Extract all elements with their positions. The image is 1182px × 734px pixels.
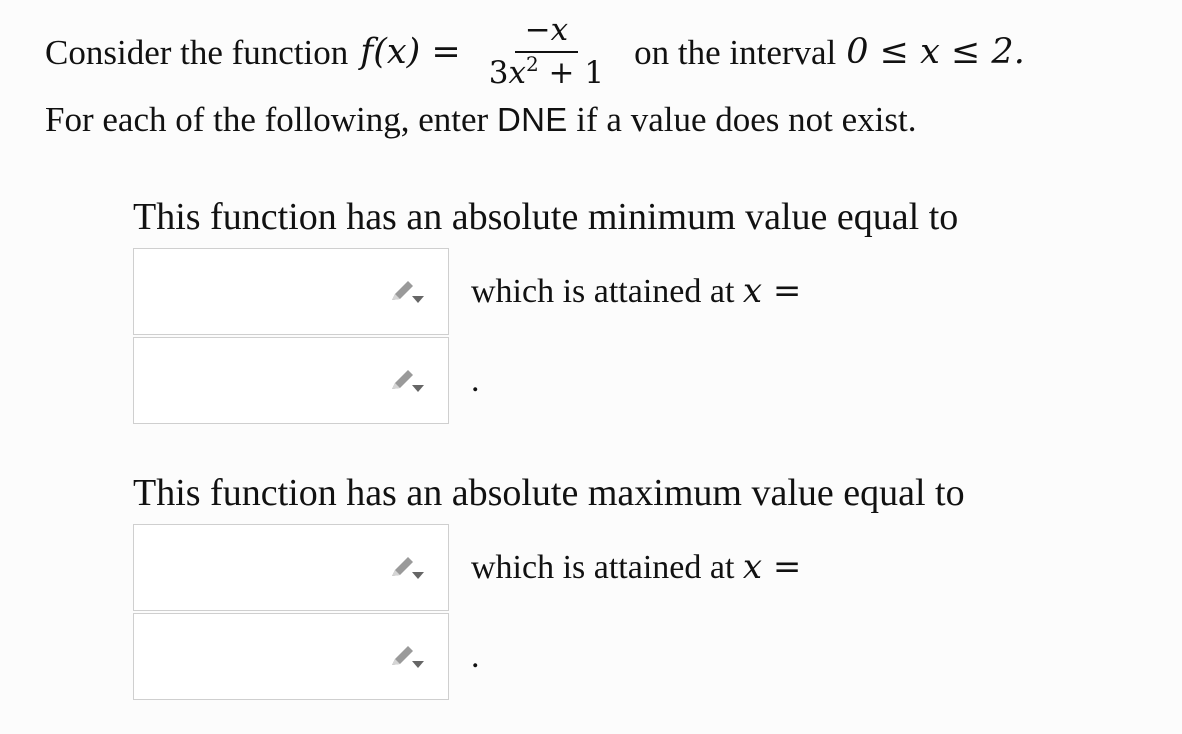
minimum-question-title: This function has an absolute minimum va… — [133, 196, 959, 238]
function-definition-line: Consider the function f(x) = −x 3x2 + 1 … — [45, 8, 1165, 96]
denominator-coefficient: 3 — [488, 55, 509, 91]
interval-label: on the interval — [634, 32, 837, 72]
maximum-value-row: which is attained at x = — [133, 524, 1093, 611]
minimum-x-equals: x = — [742, 271, 802, 311]
maximum-period: . — [471, 637, 480, 675]
minimum-location-prompt: which is attained at x = — [471, 274, 801, 309]
consider-label: Consider the function — [45, 32, 349, 72]
maximum-location-answer-box — [133, 613, 449, 700]
interval-expression: 0 ≤ x ≤ 2. — [846, 31, 1025, 72]
maximum-x-equals: x = — [742, 547, 802, 587]
maximum-value-answer-box — [133, 524, 449, 611]
fraction-denominator: 3x2 + 1 — [483, 53, 610, 89]
pencil-icon[interactable] — [388, 278, 426, 306]
minimum-question: This function has an absolute minimum va… — [133, 198, 1093, 424]
pencil-icon[interactable] — [388, 643, 426, 671]
denominator-constant: + 1 — [538, 55, 605, 91]
maximum-location-text: which is attained at — [471, 549, 735, 586]
problem-statement: Consider the function f(x) = −x 3x2 + 1 … — [45, 8, 1165, 148]
function-lhs: f(x) = — [360, 31, 461, 72]
minimum-location-text: which is attained at — [471, 273, 735, 310]
minimum-location-row: . — [133, 337, 1093, 424]
denominator-variable: x — [508, 55, 526, 91]
maximum-question: This function has an absolute maximum va… — [133, 474, 1093, 700]
maximum-location-row: . — [133, 613, 1093, 700]
minimum-period: . — [471, 361, 480, 399]
denominator-exponent: 2 — [525, 52, 539, 76]
maximum-question-title: This function has an absolute maximum va… — [133, 472, 965, 514]
pencil-icon[interactable] — [388, 554, 426, 582]
minimum-value-row: which is attained at x = — [133, 248, 1093, 335]
minimum-value-answer-box — [133, 248, 449, 335]
instruction-line: For each of the following, enter DNE if … — [45, 102, 1165, 148]
function-fraction: −x 3x2 + 1 — [483, 15, 610, 89]
instruction-suffix: if a value does not exist. — [576, 100, 917, 139]
minimum-value-input[interactable] — [135, 250, 399, 335]
minimum-location-input[interactable] — [135, 339, 399, 424]
instruction-prefix: For each of the following, enter — [45, 100, 489, 139]
pencil-icon[interactable] — [388, 367, 426, 395]
maximum-value-input[interactable] — [135, 526, 399, 611]
instruction-keyword: DNE — [496, 101, 568, 138]
minimum-location-answer-box — [133, 337, 449, 424]
maximum-location-prompt: which is attained at x = — [471, 550, 801, 585]
maximum-location-input[interactable] — [135, 615, 399, 700]
fraction-numerator: −x — [514, 15, 579, 53]
